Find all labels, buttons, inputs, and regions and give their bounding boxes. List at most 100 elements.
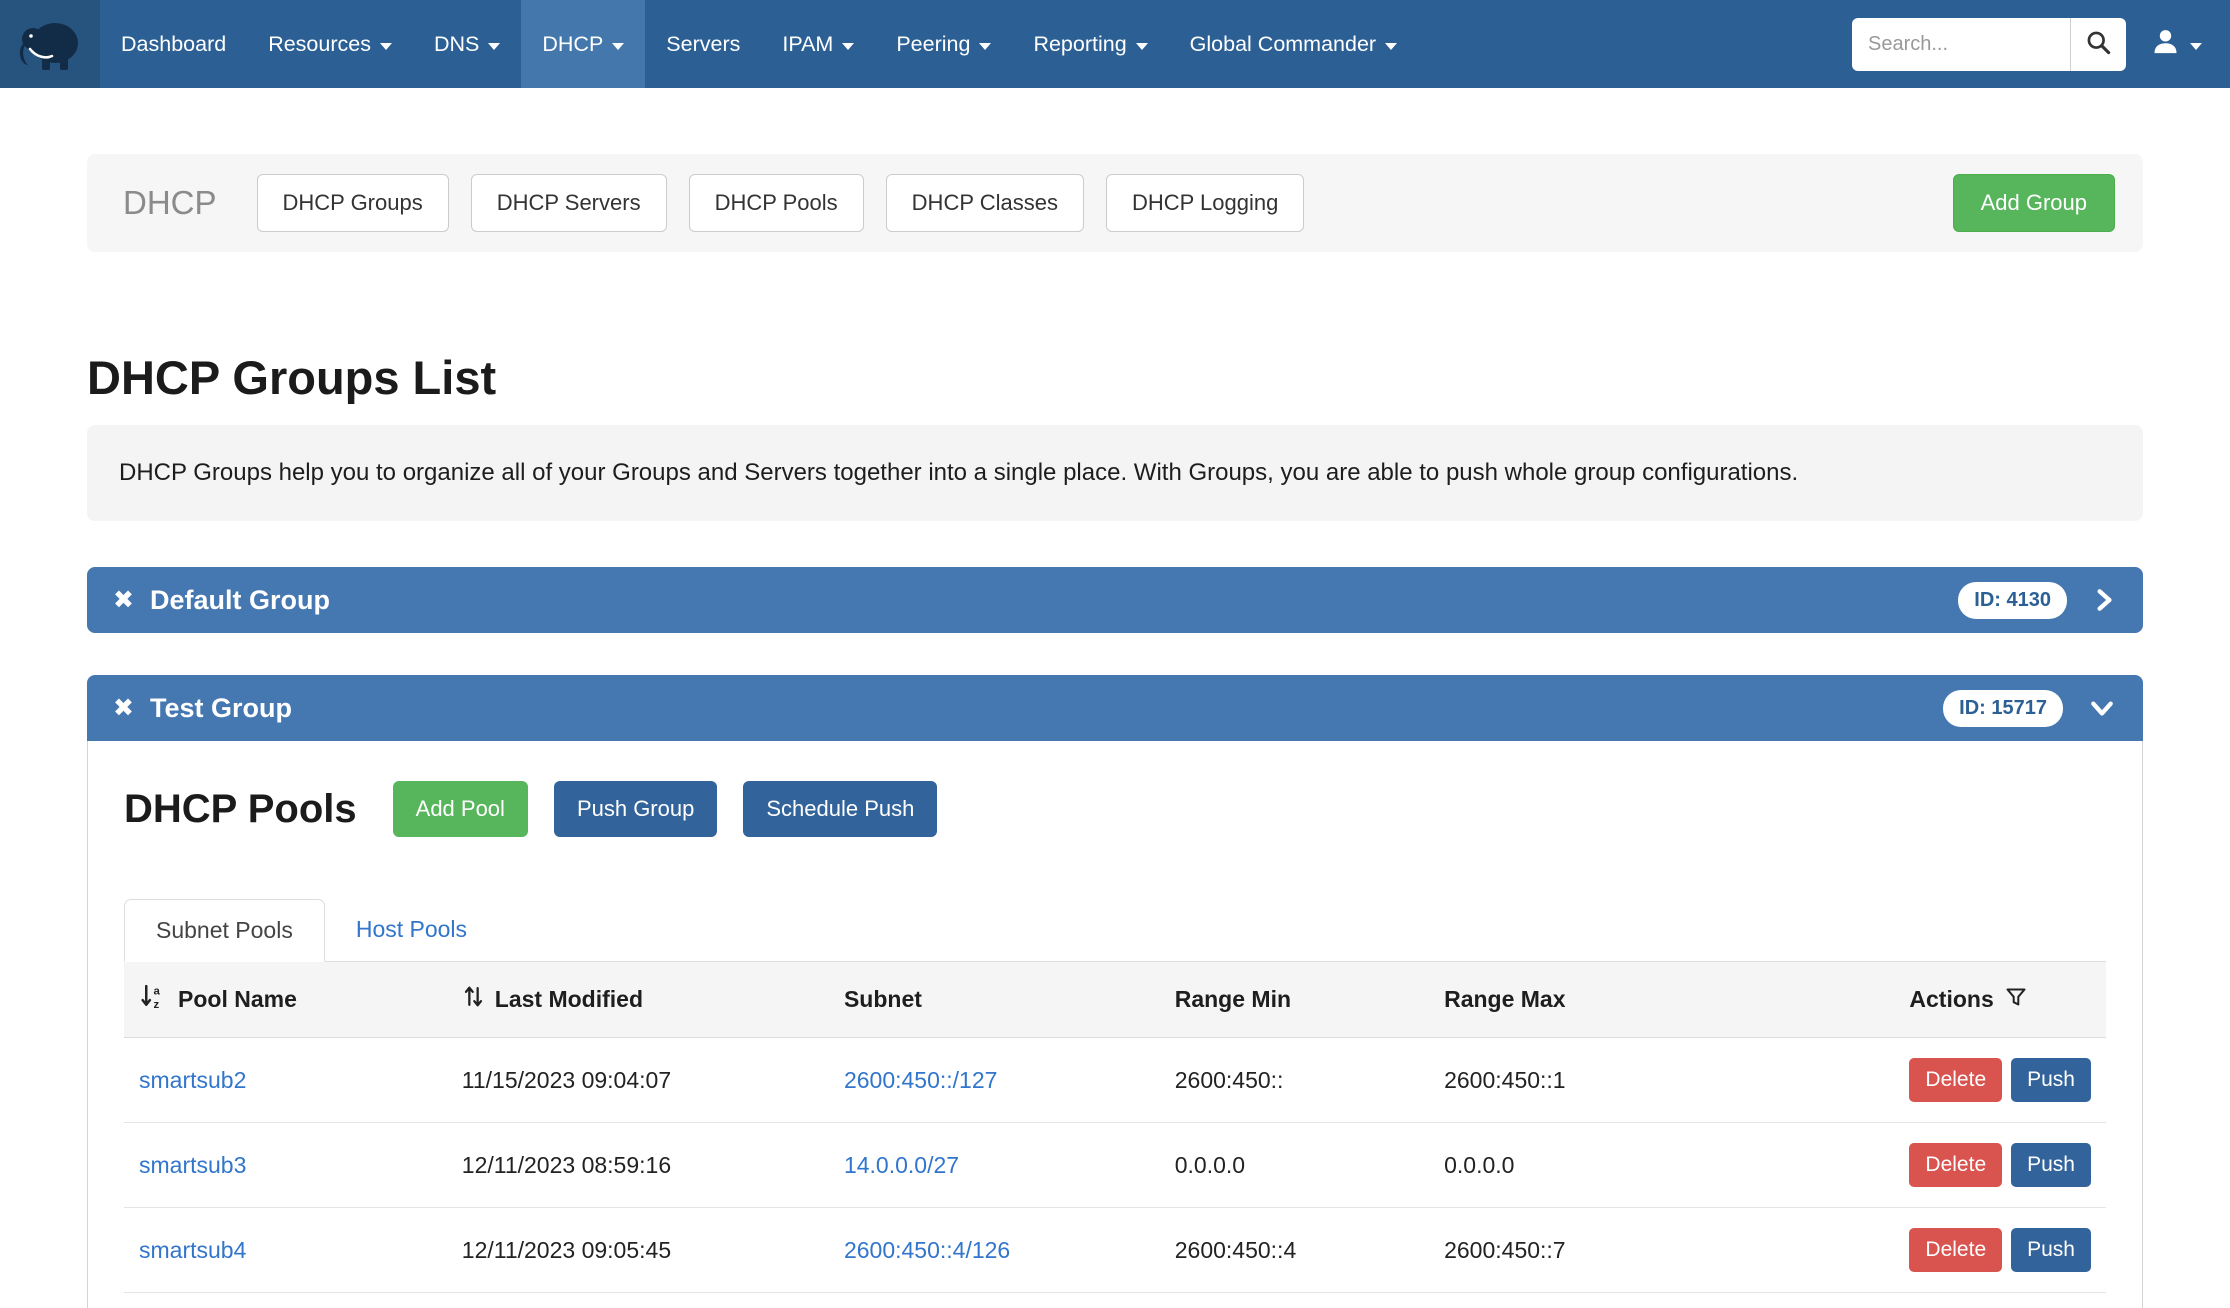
last-modified-cell: 11/15/2023 09:33:29 xyxy=(447,1293,829,1308)
actions-cell: Delete Push xyxy=(1894,1038,2106,1123)
delete-button[interactable]: Delete xyxy=(1909,1058,2002,1102)
dhcp-classes-button[interactable]: DHCP Classes xyxy=(886,174,1084,232)
dhcp-servers-button[interactable]: DHCP Servers xyxy=(471,174,667,232)
search-icon xyxy=(2085,29,2112,59)
push-button[interactable]: Push xyxy=(2011,1228,2091,1272)
push-group-button[interactable]: Push Group xyxy=(554,781,717,837)
nav-label: Dashboard xyxy=(121,32,226,57)
nav-label: Global Commander xyxy=(1190,32,1376,57)
caret-down-icon xyxy=(488,43,500,50)
section-label: DHCP xyxy=(123,184,217,222)
pool-name-cell: smartsub5 xyxy=(124,1293,447,1308)
nav-label: IPAM xyxy=(782,32,833,57)
nav-dashboard[interactable]: Dashboard xyxy=(100,0,247,88)
header-label: Last Modified xyxy=(495,986,643,1013)
dhcp-logging-button[interactable]: DHCP Logging xyxy=(1106,174,1304,232)
subnet-link[interactable]: 2600:450::4/126 xyxy=(844,1237,1010,1263)
sort-icon[interactable] xyxy=(462,983,485,1016)
table-row: smartsub4 12/11/2023 09:05:45 2600:450::… xyxy=(124,1208,2106,1293)
subnet-cell: 172.16.3.0/24 xyxy=(829,1293,1160,1308)
header-label: Pool Name xyxy=(178,986,297,1013)
default-group-bar[interactable]: ✖ Default Group ID: 4130 xyxy=(87,567,2143,633)
delete-button[interactable]: Delete xyxy=(1909,1228,2002,1272)
pool-name-link[interactable]: smartsub3 xyxy=(139,1152,246,1178)
pools-tabs: Subnet Pools Host Pools xyxy=(124,899,2106,962)
caret-down-icon xyxy=(1385,43,1397,50)
page-title: DHCP Groups List xyxy=(87,350,2143,405)
last-modified-cell: 12/11/2023 09:05:45 xyxy=(447,1208,829,1293)
remove-group-icon[interactable]: ✖ xyxy=(113,588,134,613)
pool-name-cell: smartsub4 xyxy=(124,1208,447,1293)
nav-reporting[interactable]: Reporting xyxy=(1012,0,1168,88)
search-button[interactable] xyxy=(2070,18,2126,71)
dhcp-pools-button[interactable]: DHCP Pools xyxy=(689,174,864,232)
caret-down-icon xyxy=(1136,43,1148,50)
test-group-panel: ✖ Test Group ID: 15717 DHCP Pools Add Po… xyxy=(87,675,2143,1308)
range-max-cell: 172.16.3.255 xyxy=(1429,1293,1894,1308)
subnet-link[interactable]: 2600:450::/127 xyxy=(844,1067,997,1093)
navbar-right xyxy=(1852,0,2230,88)
user-menu[interactable] xyxy=(2150,26,2202,62)
subnet-link[interactable]: 14.0.0.0/27 xyxy=(844,1152,959,1178)
last-modified-cell: 12/11/2023 08:59:16 xyxy=(447,1123,829,1208)
schedule-push-button[interactable]: Schedule Push xyxy=(743,781,937,837)
group-id-badge: ID: 15717 xyxy=(1943,690,2063,727)
pool-name-cell: smartsub2 xyxy=(124,1038,447,1123)
search-group xyxy=(1852,18,2126,71)
nav-label: DNS xyxy=(434,32,479,57)
nav-servers[interactable]: Servers xyxy=(645,0,761,88)
nav-peering[interactable]: Peering xyxy=(875,0,1012,88)
header-last-modified[interactable]: Last Modified xyxy=(447,962,829,1038)
add-group-button[interactable]: Add Group xyxy=(1953,174,2115,232)
caret-down-icon xyxy=(380,43,392,50)
nav-label: Servers xyxy=(666,32,740,57)
pool-name-link[interactable]: smartsub2 xyxy=(139,1067,246,1093)
caret-down-icon xyxy=(612,43,624,50)
nav-dhcp[interactable]: DHCP xyxy=(521,0,645,88)
filter-icon[interactable] xyxy=(2004,985,2028,1015)
dhcp-groups-button[interactable]: DHCP Groups xyxy=(257,174,449,232)
sort-alpha-icon[interactable]: a z xyxy=(139,983,168,1016)
nav-items: Dashboard Resources DNS DHCP Servers IPA… xyxy=(100,0,1418,88)
header-actions: Actions xyxy=(1894,962,2106,1038)
table-header-row: a z Pool Name xyxy=(124,962,2106,1038)
nav-global-commander[interactable]: Global Commander xyxy=(1169,0,1418,88)
group-name: Default Group xyxy=(150,585,330,616)
delete-button[interactable]: Delete xyxy=(1909,1143,2002,1187)
nav-resources[interactable]: Resources xyxy=(247,0,413,88)
group-name: Test Group xyxy=(150,693,292,724)
svg-text:a: a xyxy=(154,985,161,997)
app-logo[interactable] xyxy=(0,0,100,88)
table-row: smartsub5 11/15/2023 09:33:29 172.16.3.0… xyxy=(124,1293,2106,1308)
top-navbar: Dashboard Resources DNS DHCP Servers IPA… xyxy=(0,0,2230,88)
remove-group-icon[interactable]: ✖ xyxy=(113,696,134,721)
header-pool-name[interactable]: a z Pool Name xyxy=(124,962,447,1038)
nav-label: DHCP xyxy=(542,32,603,57)
push-button[interactable]: Push xyxy=(2011,1058,2091,1102)
page-description: DHCP Groups help you to organize all of … xyxy=(87,425,2143,521)
tab-subnet-pools[interactable]: Subnet Pools xyxy=(124,899,325,962)
tab-host-pools[interactable]: Host Pools xyxy=(325,899,498,961)
add-pool-button[interactable]: Add Pool xyxy=(393,781,528,837)
dhcp-toolbar: DHCP DHCP Groups DHCP Servers DHCP Pools… xyxy=(87,154,2143,252)
pool-name-link[interactable]: smartsub4 xyxy=(139,1237,246,1263)
range-min-cell: 0.0.0.0 xyxy=(1160,1123,1429,1208)
header-label: Actions xyxy=(1909,986,1993,1013)
caret-down-icon xyxy=(842,43,854,50)
mammoth-logo-icon xyxy=(18,10,82,79)
test-group-bar[interactable]: ✖ Test Group ID: 15717 xyxy=(87,675,2143,741)
user-icon xyxy=(2150,26,2181,62)
svg-text:z: z xyxy=(154,999,160,1010)
range-min-cell: 172.16.3.0 xyxy=(1160,1293,1429,1308)
chevron-down-icon[interactable] xyxy=(2087,695,2117,721)
pools-title: DHCP Pools xyxy=(124,787,357,832)
nav-ipam[interactable]: IPAM xyxy=(761,0,875,88)
search-input[interactable] xyxy=(1852,18,2070,71)
chevron-right-icon[interactable] xyxy=(2091,585,2117,615)
range-max-cell: 0.0.0.0 xyxy=(1429,1123,1894,1208)
last-modified-cell: 11/15/2023 09:04:07 xyxy=(447,1038,829,1123)
push-button[interactable]: Push xyxy=(2011,1143,2091,1187)
pools-table: a z Pool Name xyxy=(124,962,2106,1308)
caret-down-icon xyxy=(2190,43,2202,50)
nav-dns[interactable]: DNS xyxy=(413,0,521,88)
